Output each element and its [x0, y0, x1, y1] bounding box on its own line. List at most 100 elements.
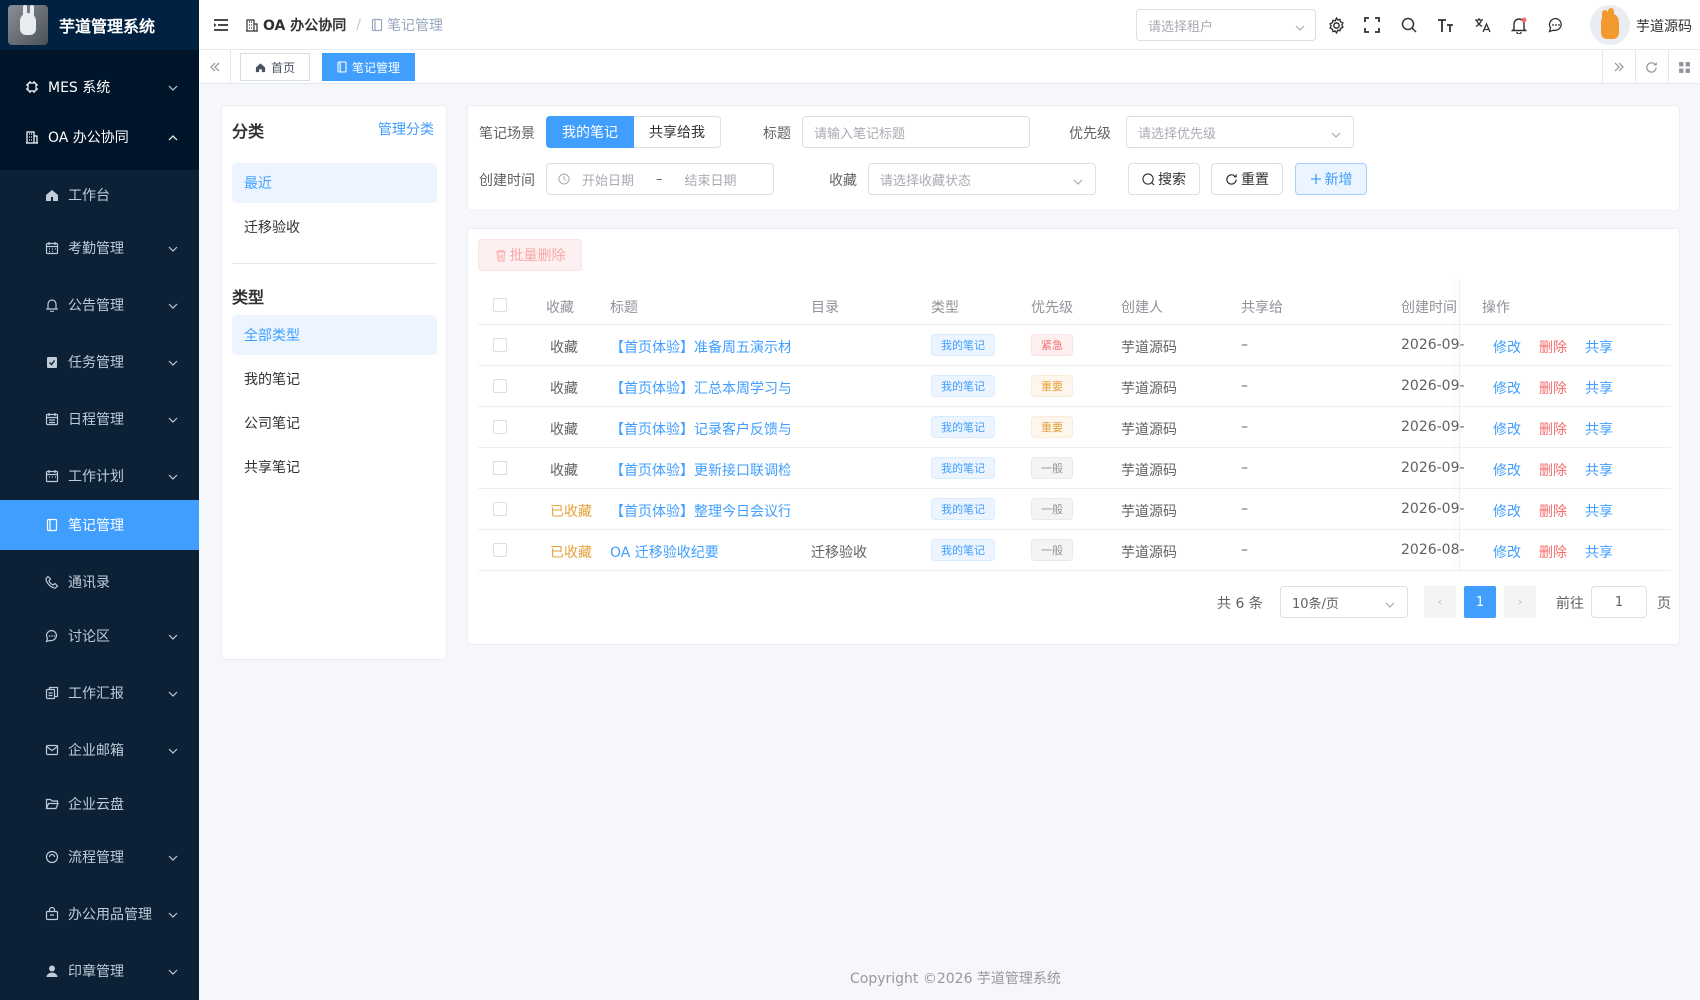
add-button[interactable]: 新增 [1295, 163, 1367, 195]
logo[interactable]: 芋道管理系统 [0, 0, 199, 50]
share-link[interactable]: 共享 [1585, 419, 1613, 439]
sidebar-item-workplan[interactable]: 工作计划 [0, 451, 199, 501]
edit-link[interactable]: 修改 [1493, 419, 1521, 439]
gear-icon[interactable] [1327, 16, 1345, 34]
row-checkbox[interactable] [493, 338, 507, 352]
row-checkbox[interactable] [493, 502, 507, 516]
share-link[interactable]: 共享 [1585, 501, 1613, 521]
sidebar-item-seal[interactable]: 印章管理 [0, 946, 199, 996]
type-item-company[interactable]: 公司笔记 [232, 403, 437, 443]
delete-link[interactable]: 删除 [1539, 378, 1567, 398]
sidebar-item-contacts[interactable]: 通讯录 [0, 557, 199, 607]
scene-option-shared[interactable]: 共享给我 [634, 116, 721, 148]
favorite-select[interactable]: 请选择收藏状态 [868, 163, 1096, 195]
tag-notes[interactable]: 笔记管理 [322, 53, 416, 81]
shared-to: – [1241, 542, 1248, 558]
scene-option-mine[interactable]: 我的笔记 [546, 116, 634, 148]
edit-link[interactable]: 修改 [1493, 337, 1521, 357]
delete-link[interactable]: 删除 [1539, 542, 1567, 562]
double-chevron-left-icon[interactable] [199, 50, 231, 84]
edit-link[interactable]: 修改 [1493, 542, 1521, 562]
edit-link[interactable]: 修改 [1493, 460, 1521, 480]
select-all-checkbox[interactable] [493, 298, 507, 312]
note-title-link[interactable]: 【首页体验】整理今日会议行 [610, 501, 790, 521]
priority-select[interactable]: 请选择优先级 [1126, 116, 1354, 148]
sidebar-item-forum[interactable]: 讨论区 [0, 611, 199, 661]
phone-icon [44, 575, 60, 589]
manage-category-link[interactable]: 管理分类 [378, 119, 434, 139]
type-item-shared[interactable]: 共享笔记 [232, 447, 437, 487]
row-checkbox[interactable] [493, 420, 507, 434]
favorite-toggle[interactable]: 收藏 [550, 337, 578, 357]
note-title-link[interactable]: 【首页体验】准备周五演示材 [610, 337, 790, 357]
delete-link[interactable]: 删除 [1539, 337, 1567, 357]
username[interactable]: 芋道源码 [1636, 16, 1692, 36]
favorite-toggle[interactable]: 收藏 [550, 460, 578, 480]
chevron-left-icon: ‹ [1437, 594, 1443, 610]
share-link[interactable]: 共享 [1585, 460, 1613, 480]
next-page-button[interactable]: › [1504, 586, 1536, 618]
favorite-toggle[interactable]: 收藏 [550, 378, 578, 398]
chevron-down-icon [168, 908, 178, 924]
tenant-select[interactable]: 请选择租户 [1136, 9, 1316, 41]
page-number-button[interactable]: 1 [1464, 586, 1496, 618]
created-date-range[interactable]: 开始日期 – 结束日期 [546, 163, 774, 195]
favorite-toggle[interactable]: 收藏 [550, 419, 578, 439]
hamburger-icon[interactable] [213, 18, 231, 32]
sidebar-item-workbench[interactable]: 工作台 [0, 170, 199, 220]
share-link[interactable]: 共享 [1585, 337, 1613, 357]
row-checkbox[interactable] [493, 543, 507, 557]
prev-page-button[interactable]: ‹ [1424, 586, 1456, 618]
category-item-migration[interactable]: 迁移验收 [232, 207, 437, 247]
reset-button[interactable]: 重置 [1211, 163, 1283, 195]
translate-icon[interactable] [1473, 16, 1491, 34]
share-link[interactable]: 共享 [1585, 542, 1613, 562]
sidebar-item-process[interactable]: 流程管理 [0, 832, 199, 882]
font-size-icon[interactable] [1436, 16, 1454, 34]
favorite-toggle[interactable]: 已收藏 [550, 501, 600, 521]
note-title-link[interactable]: 【首页体验】更新接口联调检 [610, 460, 790, 480]
sidebar-item-notice[interactable]: 公告管理 [0, 280, 199, 330]
fullscreen-icon[interactable] [1363, 16, 1381, 34]
delete-link[interactable]: 删除 [1539, 501, 1567, 521]
sidebar-item-report[interactable]: 工作汇报 [0, 668, 199, 718]
title-input[interactable]: 请输入笔记标题 [802, 116, 1030, 148]
sidebar-item-task[interactable]: 任务管理 [0, 337, 199, 387]
share-link[interactable]: 共享 [1585, 378, 1613, 398]
delete-link[interactable]: 删除 [1539, 460, 1567, 480]
note-title-link[interactable]: 【首页体验】汇总本周学习与 [610, 378, 790, 398]
sidebar-item-mail[interactable]: 企业邮箱 [0, 725, 199, 775]
sidebar-item-oa[interactable]: OA 办公协同 [0, 112, 199, 162]
page-size-select[interactable]: 10条/页 [1280, 586, 1408, 618]
double-chevron-right-icon[interactable] [1602, 50, 1634, 84]
row-checkbox[interactable] [493, 379, 507, 393]
batch-delete-button[interactable]: 批量删除 [478, 239, 582, 271]
avatar[interactable] [1590, 5, 1630, 45]
note-title-link[interactable]: OA 迁移验收纪要 [610, 542, 790, 562]
note-title-link[interactable]: 【首页体验】记录客户反馈与 [610, 419, 790, 439]
favorite-toggle[interactable]: 已收藏 [550, 542, 600, 562]
grid-icon[interactable] [1668, 50, 1700, 84]
search-button[interactable]: 搜索 [1128, 163, 1200, 195]
edit-link[interactable]: 修改 [1493, 378, 1521, 398]
sidebar-item-notes[interactable]: 笔记管理 [0, 500, 199, 550]
bell-icon[interactable] [1510, 16, 1528, 34]
delete-link[interactable]: 删除 [1539, 419, 1567, 439]
type-item-all[interactable]: 全部类型 [232, 315, 437, 355]
goto-page-input[interactable]: 1 [1591, 586, 1647, 618]
refresh-icon[interactable] [1635, 50, 1667, 84]
row-checkbox[interactable] [493, 461, 507, 475]
sidebar-item-mes[interactable]: MES 系统 [0, 62, 199, 112]
sidebar-item-schedule[interactable]: 日程管理 [0, 394, 199, 444]
category-item-recent[interactable]: 最近 [232, 163, 437, 203]
tag-home[interactable]: 首页 [240, 53, 311, 81]
type-item-mine[interactable]: 我的笔记 [232, 359, 437, 399]
breadcrumb-item-oa[interactable]: OA 办公协同 [245, 15, 346, 35]
sidebar-item-attendance[interactable]: 考勤管理 [0, 223, 199, 273]
message-icon[interactable] [1547, 16, 1565, 34]
sidebar-item-office-supplies[interactable]: 办公用品管理 [0, 889, 199, 939]
sidebar-item-label: 任务管理 [68, 355, 124, 371]
sidebar-item-cloud-disk[interactable]: 企业云盘 [0, 779, 199, 829]
search-icon[interactable] [1400, 16, 1418, 34]
edit-link[interactable]: 修改 [1493, 501, 1521, 521]
